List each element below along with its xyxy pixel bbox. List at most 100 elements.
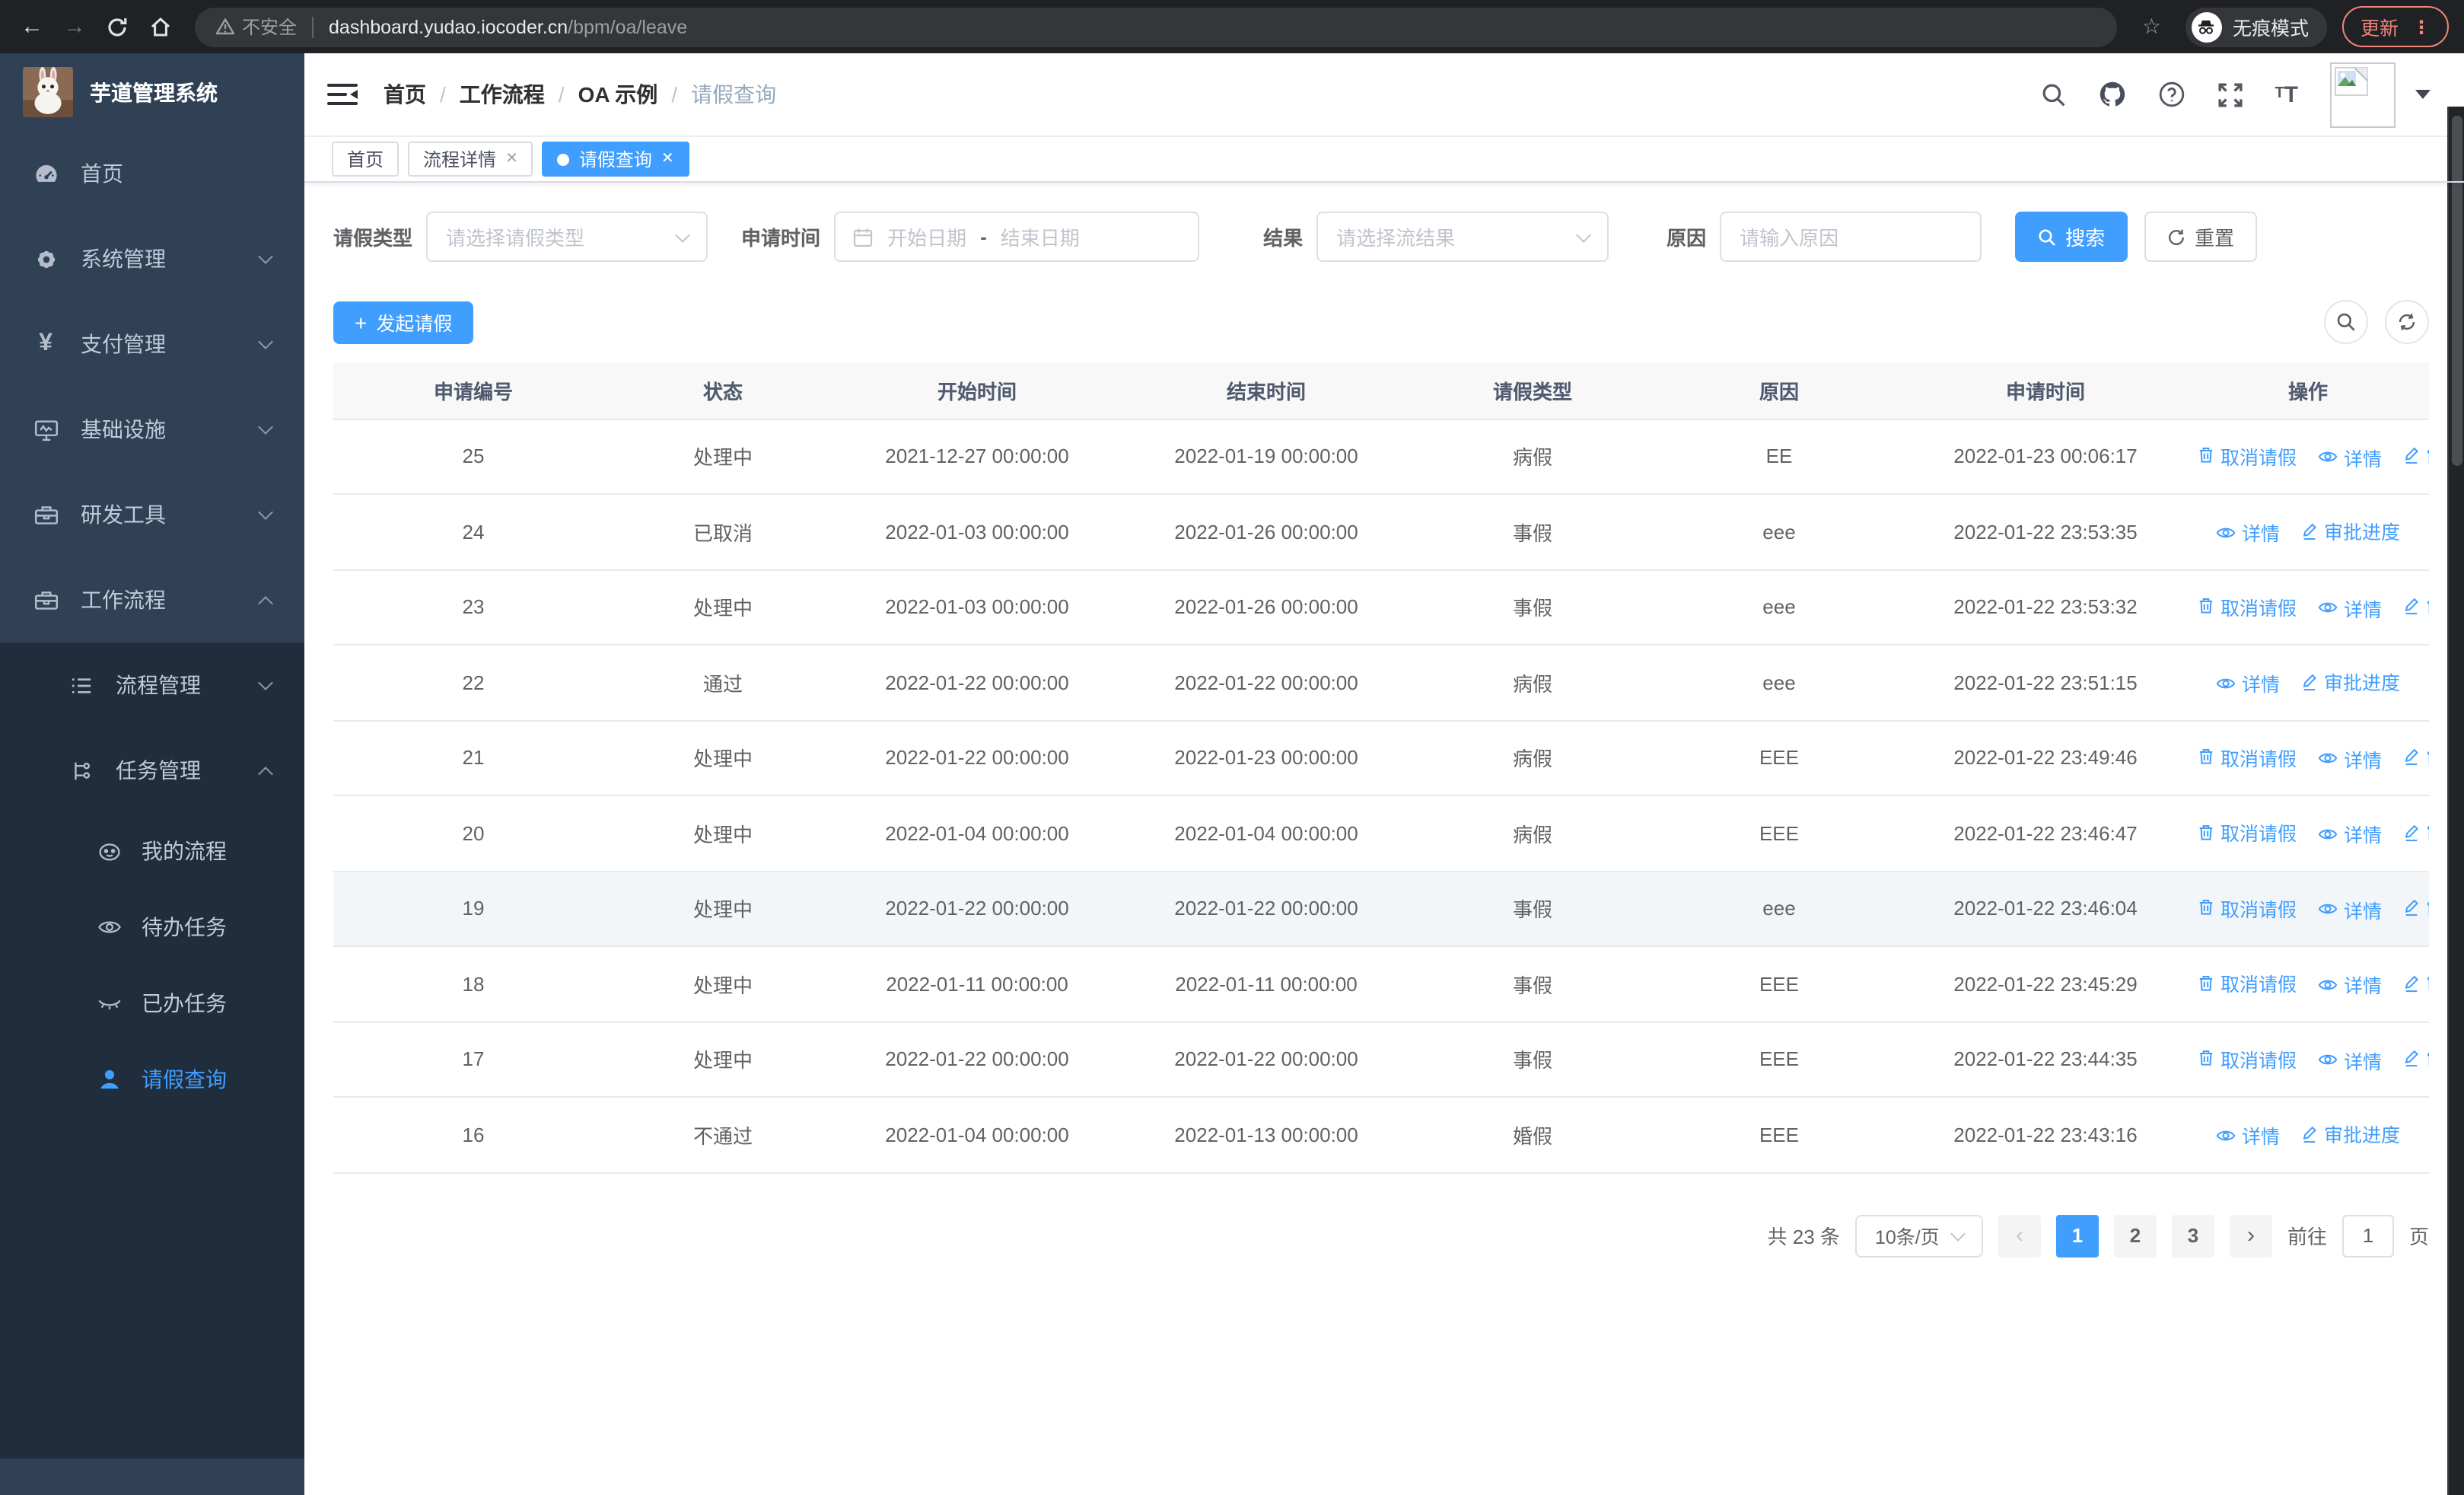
detail-link[interactable]: 详情 (2318, 594, 2382, 623)
apply-time-label: 申请时间 (741, 227, 821, 250)
detail-link[interactable]: 详情 (2318, 971, 2382, 999)
cancel-leave-link[interactable]: 取消请假 (2198, 743, 2297, 772)
sidebar-logo[interactable]: 芋道管理系统 (0, 53, 304, 131)
sidebar-item-home[interactable]: 首页 (0, 131, 304, 216)
help-icon[interactable] (2157, 81, 2185, 108)
reason-input[interactable]: 请输入原因 (1720, 212, 1982, 262)
approval-progress-link[interactable]: 审批进度 (2403, 894, 2429, 923)
breadcrumb-item[interactable]: 首页 (384, 79, 426, 110)
approval-progress-link[interactable]: 审批进度 (2403, 1044, 2429, 1073)
approval-progress-link[interactable]: 审批进度 (2403, 969, 2429, 998)
approval-progress-link[interactable]: 审批进度 (2301, 517, 2400, 546)
font-size-icon[interactable]: TT (2275, 83, 2298, 106)
table-row[interactable]: 17 处理中 2022-01-22 00:00:00 2022-01-22 00:00… (333, 1022, 2429, 1098)
cancel-leave-link[interactable]: 取消请假 (2198, 592, 2297, 621)
apply-time-range-picker[interactable]: 开始日期 - 结束日期 (834, 212, 1200, 262)
reload-icon[interactable] (97, 7, 137, 46)
breadcrumb-item[interactable]: 工作流程 (460, 79, 545, 110)
sidebar-item-leave-query[interactable]: 请假查询 (0, 1041, 304, 1117)
approval-progress-link[interactable]: 审批进度 (2403, 441, 2429, 470)
cell-leave-type: 事假 (1411, 946, 1654, 1022)
tab-process-detail[interactable]: 流程详情 ✕ (408, 142, 533, 177)
detail-link[interactable]: 详情 (2318, 895, 2382, 924)
detail-link[interactable]: 详情 (2318, 820, 2382, 849)
cell-leave-type: 病假 (1411, 720, 1654, 796)
page-button-2[interactable]: 2 (2113, 1214, 2157, 1257)
browser-menu-icon[interactable]: ⋮ (2412, 16, 2431, 37)
cancel-leave-link[interactable]: 取消请假 (2198, 1044, 2297, 1073)
prev-page-button[interactable]: ‹ (1998, 1214, 2041, 1257)
search-button[interactable]: 搜索 (2015, 212, 2128, 262)
page-button-3[interactable]: 3 (2171, 1214, 2214, 1257)
sidebar-item-my-process[interactable]: 我的流程 (0, 813, 304, 889)
tab-home[interactable]: 首页 (332, 142, 400, 177)
sidebar-item-workflow[interactable]: 工作流程 (0, 557, 304, 642)
detail-link[interactable]: 详情 (2318, 744, 2382, 773)
forward-icon[interactable]: → (55, 7, 94, 46)
sidebar-toggle-icon[interactable] (327, 83, 358, 106)
table-row[interactable]: 25 处理中 2021-12-27 00:00:00 2022-01-19 00:00… (333, 419, 2429, 495)
leave-type-select[interactable]: 请选择请假类型 (426, 212, 708, 262)
back-icon[interactable]: ← (12, 7, 52, 46)
page-scrollbar[interactable] (2447, 107, 2464, 1495)
sidebar-item-payment[interactable]: ¥ 支付管理 (0, 301, 304, 387)
approval-progress-link[interactable]: 审批进度 (2403, 743, 2429, 772)
sidebar-item-infra[interactable]: 基础设施 (0, 387, 304, 472)
table-row[interactable]: 16 不通过 2022-01-04 00:00:00 2022-01-13 00:00… (333, 1097, 2429, 1173)
sidebar-item-process-mgmt[interactable]: 流程管理 (0, 642, 304, 728)
table-row[interactable]: 24 已取消 2022-01-03 00:00:00 2022-01-26 00:00… (333, 494, 2429, 570)
reset-button[interactable]: 重置 (2144, 212, 2258, 262)
fullscreen-icon[interactable] (2217, 81, 2243, 107)
avatar-dropdown-caret-icon[interactable] (2415, 90, 2431, 99)
table-row[interactable]: 19 处理中 2022-01-22 00:00:00 2022-01-22 00:00… (333, 871, 2429, 947)
next-page-button[interactable]: › (2229, 1214, 2272, 1257)
page-button-1[interactable]: 1 (2055, 1214, 2099, 1257)
sidebar-item-task-mgmt[interactable]: 任务管理 (0, 728, 304, 813)
close-icon[interactable]: ✕ (505, 151, 518, 167)
cell-status: 处理中 (613, 419, 832, 495)
show-search-button[interactable] (2324, 300, 2368, 344)
breadcrumb-item[interactable]: OA 示例 (578, 79, 658, 110)
refresh-table-button[interactable] (2385, 300, 2429, 344)
table-row[interactable]: 20 处理中 2022-01-04 00:00:00 2022-01-04 00:00… (333, 795, 2429, 872)
breadcrumb-separator: / (440, 82, 446, 107)
create-leave-button[interactable]: + 发起请假 (333, 301, 474, 343)
detail-link[interactable]: 详情 (2216, 669, 2280, 698)
cell-status: 不通过 (613, 1097, 832, 1173)
github-icon[interactable] (2098, 81, 2125, 108)
update-button[interactable]: 更新 ⋮ (2341, 6, 2449, 47)
cancel-leave-link[interactable]: 取消请假 (2198, 441, 2297, 470)
table-row[interactable]: 18 处理中 2022-01-11 00:00:00 2022-01-11 00:00… (333, 946, 2429, 1022)
bookmark-star-icon[interactable]: ☆ (2142, 14, 2161, 40)
reason-label: 原因 (1667, 227, 1707, 250)
goto-page-input[interactable]: 1 (2341, 1214, 2394, 1257)
sidebar-item-devtools[interactable]: 研发工具 (0, 472, 304, 557)
approval-progress-link[interactable]: 审批进度 (2301, 1120, 2400, 1149)
detail-link[interactable]: 详情 (2318, 1046, 2382, 1075)
search-icon[interactable] (2040, 81, 2066, 107)
sidebar-item-system[interactable]: 系统管理 (0, 216, 304, 301)
approval-progress-link[interactable]: 审批进度 (2403, 592, 2429, 621)
table-row[interactable]: 21 处理中 2022-01-22 00:00:00 2022-01-23 00:00… (333, 720, 2429, 796)
cancel-leave-link[interactable]: 取消请假 (2198, 894, 2297, 923)
cell-leave-type: 病假 (1411, 645, 1654, 721)
approval-progress-link[interactable]: 审批进度 (2403, 818, 2429, 847)
cancel-leave-link[interactable]: 取消请假 (2198, 818, 2297, 847)
detail-link[interactable]: 详情 (2216, 1121, 2280, 1150)
page-size-select[interactable]: 10条/页 (1854, 1214, 1983, 1257)
detail-link[interactable]: 详情 (2318, 443, 2382, 472)
url-bar[interactable]: 不安全 dashboard.yudao.iocoder.cn/bpm/oa/le… (195, 7, 2118, 46)
avatar[interactable] (2330, 62, 2396, 127)
home-icon[interactable] (140, 7, 180, 46)
result-select[interactable]: 请选择流结果 (1316, 212, 1609, 262)
approval-progress-link[interactable]: 审批进度 (2301, 668, 2400, 696)
close-icon[interactable]: ✕ (661, 151, 674, 167)
table-row[interactable]: 22 通过 2022-01-22 00:00:00 2022-01-22 00:00:… (333, 645, 2429, 721)
sidebar-item-done-tasks[interactable]: 已办任务 (0, 965, 304, 1041)
detail-link[interactable]: 详情 (2216, 518, 2280, 547)
table-row[interactable]: 23 处理中 2022-01-03 00:00:00 2022-01-26 00:00… (333, 569, 2429, 645)
cancel-leave-link[interactable]: 取消请假 (2198, 969, 2297, 998)
tab-leave-query[interactable]: 请假查询 ✕ (542, 142, 689, 177)
security-warning[interactable]: 不安全 (216, 14, 297, 40)
sidebar-item-todo-tasks[interactable]: 待办任务 (0, 889, 304, 965)
